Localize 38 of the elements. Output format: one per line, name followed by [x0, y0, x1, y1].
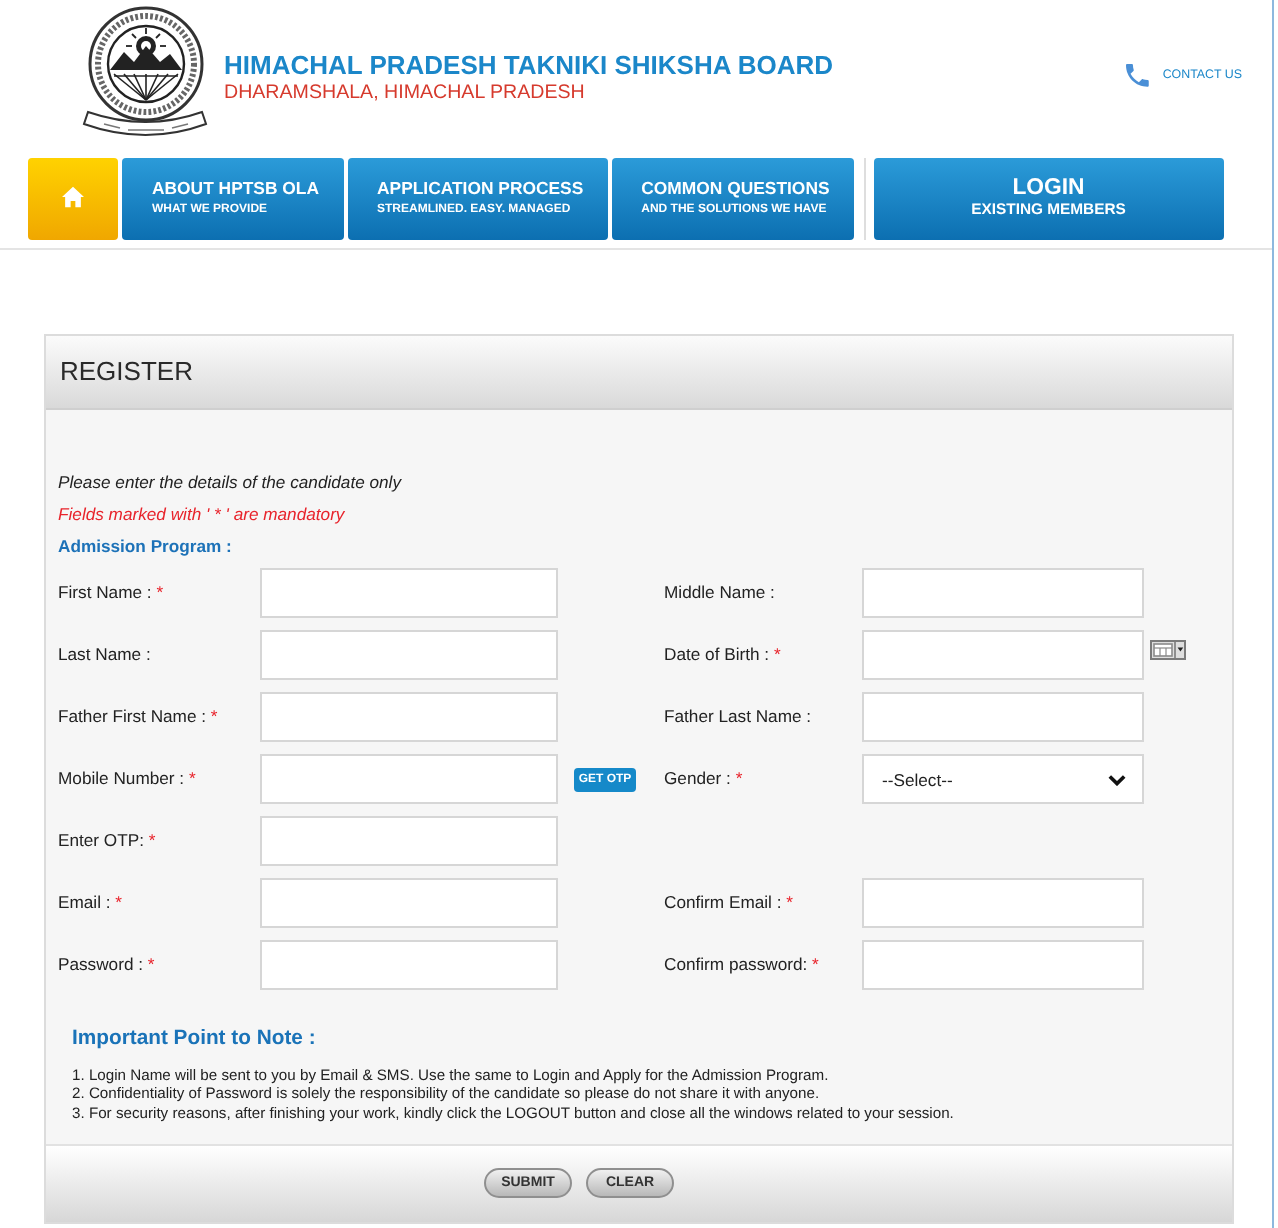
intro-text: Please enter the details of the candidate only [58, 470, 404, 494]
text-field[interactable] [862, 692, 1144, 742]
text-field[interactable] [260, 878, 558, 928]
text-field[interactable] [862, 568, 1144, 618]
field-label: Gender : * [664, 768, 743, 790]
text-field[interactable] [260, 692, 558, 742]
field-label: Password : * [58, 954, 155, 976]
calendar-icon[interactable] [1150, 639, 1186, 659]
field-label: Last Name : [58, 644, 151, 666]
site-subtitle: DHARAMSHALA, HIMACHAL PRADESH [224, 80, 587, 106]
text-field[interactable] [862, 630, 1144, 680]
site-title: HIMACHAL PRADESH TAKNIKI SHIKSHA BOARD [224, 50, 834, 80]
field-label: Mobile Number : * [58, 768, 196, 790]
text-field[interactable] [862, 878, 1144, 928]
field-label: Enter OTP: * [58, 830, 156, 852]
text-field[interactable] [260, 816, 558, 866]
text-field[interactable] [260, 630, 558, 680]
field-label: Father Last Name : [664, 706, 812, 728]
home-tab[interactable] [28, 158, 118, 240]
field-label: Confirm password: * [664, 954, 819, 976]
field-label: Confirm Email : * [664, 892, 793, 914]
text-field[interactable] [260, 568, 558, 618]
field-label: Email : * [58, 892, 123, 914]
text-field[interactable] [260, 940, 558, 990]
field-label: Middle Name : [664, 582, 775, 604]
notes-heading: Important Point to Note : [72, 1026, 318, 1054]
text-field[interactable] [260, 754, 558, 804]
phone-icon[interactable] [1126, 64, 1151, 88]
home-icon [62, 185, 84, 207]
text-field[interactable] [862, 940, 1144, 990]
field-label: Father First Name : * [58, 706, 218, 728]
section-heading: Admission Program : [58, 534, 234, 558]
panel-title: REGISTER [60, 356, 193, 388]
dropdown-field[interactable]: --Select-- [862, 754, 1144, 804]
mandatory-note: Fields marked with ' * ' are mandatory [58, 502, 347, 526]
field-label: First Name : * [58, 582, 164, 604]
field-label: Date of Birth : * [664, 644, 781, 666]
chevron-down-icon [1108, 773, 1126, 785]
